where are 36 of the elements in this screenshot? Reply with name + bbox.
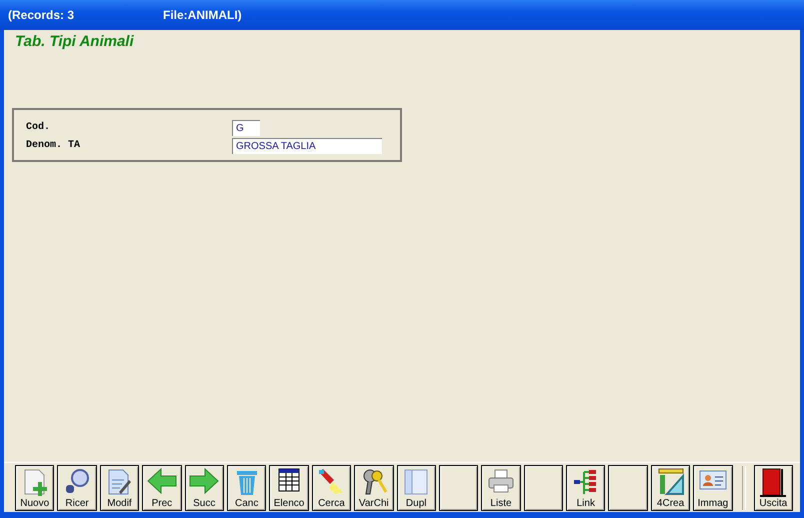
left-arrow-icon — [146, 468, 177, 494]
toolbar-button[interactable]: Nuovo — [15, 464, 54, 510]
form-title: Tab. Tipi Animali — [14, 32, 134, 50]
flashlight-icon — [317, 468, 346, 496]
toolbar-button[interactable]: Prec — [142, 464, 182, 510]
toolbar-button[interactable]: Elenco — [269, 464, 309, 510]
blank-button[interactable] — [524, 464, 564, 510]
magnifier-icon — [63, 468, 92, 496]
exit-button[interactable]: Uscita — [754, 464, 793, 510]
printer-icon — [486, 468, 515, 494]
blank-button[interactable] — [608, 464, 648, 510]
copy-pages-icon — [403, 468, 430, 496]
toolbar-button[interactable]: Dupl — [396, 464, 436, 510]
drafting-tools-icon — [656, 468, 685, 496]
record-count: (Records: 3 — [8, 8, 76, 22]
hierarchy-icon — [572, 468, 599, 496]
table-icon — [278, 468, 300, 492]
field-label: Denom. TA — [26, 140, 82, 151]
input-field[interactable]: G — [232, 120, 260, 136]
toolbar-button[interactable]: Cerca — [312, 464, 352, 510]
toolbar-button[interactable]: Modif — [100, 464, 140, 510]
toolbar-button[interactable]: Succ — [184, 464, 224, 510]
toolbar-button[interactable]: Link — [566, 464, 606, 510]
input-field[interactable]: GROSSA TAGLIA — [232, 138, 382, 154]
toolbar-button[interactable]: Immag — [693, 464, 733, 510]
door-icon — [759, 468, 788, 498]
toolbar-button[interactable]: 4Crea — [650, 464, 690, 510]
id-card-icon — [698, 468, 727, 492]
toolbar-button[interactable]: Ricer — [57, 464, 97, 510]
blank-button[interactable] — [438, 464, 478, 510]
toolbar-button[interactable]: Canc — [226, 464, 266, 510]
window-title: File:ANIMALI) — [163, 8, 243, 22]
toolbar-button[interactable]: Liste — [481, 464, 521, 510]
toolbar-button[interactable]: VarChi — [354, 464, 394, 510]
right-arrow-icon — [189, 468, 220, 494]
field-label: Cod. — [26, 122, 52, 133]
